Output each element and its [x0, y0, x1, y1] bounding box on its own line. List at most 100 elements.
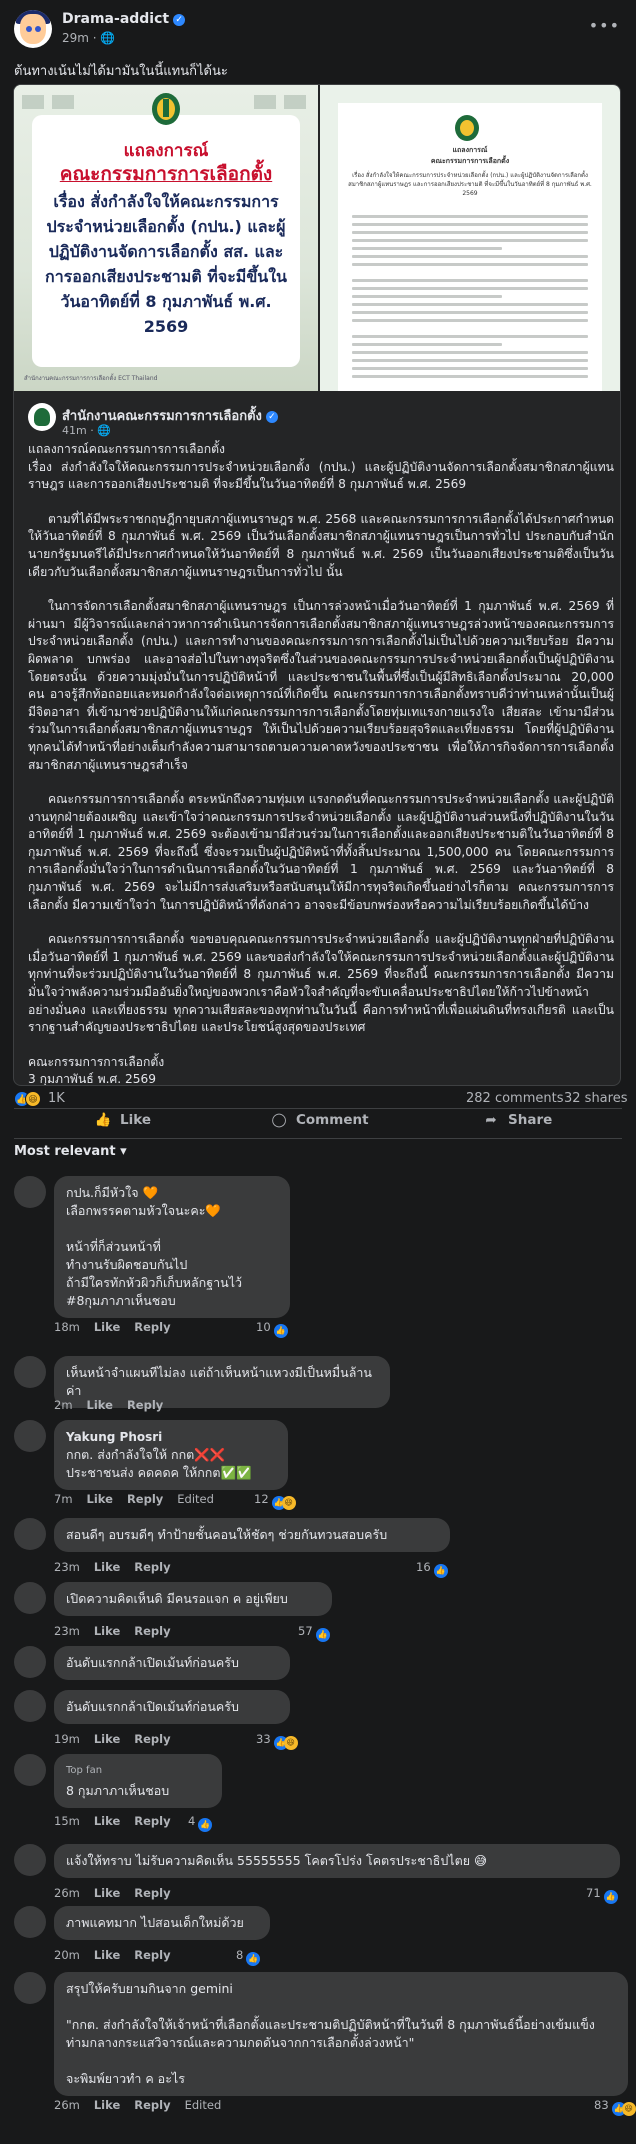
- comment-time[interactable]: 23m: [54, 1560, 80, 1574]
- commenter-avatar[interactable]: [14, 1754, 46, 1786]
- comment-reply-button[interactable]: Reply: [134, 1948, 170, 1962]
- commenter-avatar[interactable]: [14, 1646, 46, 1678]
- document-text-line: [352, 319, 588, 322]
- comment-time[interactable]: 26m: [54, 1886, 80, 1900]
- comment-like-button[interactable]: Like: [94, 1814, 120, 1828]
- comment-reply-button[interactable]: Reply: [134, 1732, 170, 1746]
- edited-label: Edited: [184, 2098, 222, 2112]
- comment-button[interactable]: ◯ Comment: [270, 1112, 368, 1136]
- comment-time[interactable]: 23m: [54, 1624, 80, 1638]
- more-options-icon[interactable]: •••: [589, 16, 620, 35]
- ect-logo-icon: [152, 93, 180, 125]
- commenter-avatar[interactable]: [14, 1690, 46, 1722]
- commenter-avatar[interactable]: [14, 1972, 46, 2004]
- comment: สรุปให้ครับยามกินจาก gemini "กกต. ส่งกำล…: [14, 1972, 628, 2096]
- comment-reactions[interactable]: 8 👍: [236, 1948, 261, 1966]
- comment-reply-button[interactable]: Reply: [134, 2098, 170, 2112]
- globe-icon: 🌐: [100, 31, 116, 45]
- comment-time[interactable]: 7m: [54, 1492, 73, 1506]
- comment-actions: 23m Like Reply: [54, 1624, 185, 1638]
- thumbs-up-icon: 👍: [94, 1112, 112, 1128]
- comment-bubble: แจ้งให้ทราบ ไม่รับความคิดเห็น 55555555 โ…: [54, 1844, 620, 1878]
- ect-seal-icon: [455, 115, 479, 141]
- share-button[interactable]: ➦ Share: [482, 1112, 552, 1136]
- comment-like-button[interactable]: Like: [94, 1732, 120, 1746]
- like-reaction-icon: 👍: [246, 1952, 261, 1966]
- comment-time[interactable]: 26m: [54, 2098, 80, 2112]
- comment-time[interactable]: 20m: [54, 1948, 80, 1962]
- like-reaction-icon: 👍: [433, 1564, 448, 1578]
- comment-text: สรุปให้ครับยามกินจาก gemini "กกต. ส่งกำล…: [66, 1981, 595, 2086]
- comment-time[interactable]: 2m: [54, 1398, 73, 1412]
- commenter-avatar[interactable]: [14, 1356, 46, 1388]
- commenter-name[interactable]: Yakung Phosri: [66, 1428, 276, 1446]
- reaction-icons[interactable]: 👍 😆: [14, 1091, 50, 1107]
- comment: ภาพแคทมาก ไปสอนเด็กใหม่ด้วย: [14, 1906, 614, 1940]
- post-actions: 👍 Like ◯ Comment ➦ Share: [0, 1108, 636, 1138]
- document-text-line: [352, 215, 588, 218]
- paragraph: คณะกรรมการการเลือกตั้ง ขอขอบคุณคณะกรรมกา…: [28, 932, 614, 1035]
- announcement-image[interactable]: แถลงการณ์ คณะกรรมการการเลือกตั้ง เรื่อง …: [14, 85, 318, 391]
- commenter-avatar[interactable]: [14, 1844, 46, 1876]
- comment-reply-button[interactable]: Reply: [134, 1560, 170, 1574]
- comment-reply-button[interactable]: Reply: [134, 1814, 170, 1828]
- comment-reactions[interactable]: 83 👍😆: [594, 2098, 636, 2116]
- comment-like-button[interactable]: Like: [87, 1398, 113, 1412]
- comment-reactions[interactable]: 10 👍: [256, 1320, 288, 1338]
- image-subtitle: คณะกรรมการการเลือกตั้ง: [59, 163, 273, 185]
- chevron-down-icon: ▾: [120, 1144, 127, 1159]
- comment-reactions[interactable]: 12 👍😆: [254, 1492, 296, 1510]
- comment-count[interactable]: 282 comments: [466, 1091, 563, 1106]
- comment-like-button[interactable]: Like: [94, 1320, 120, 1334]
- comment-time[interactable]: 18m: [54, 1320, 80, 1334]
- comment-like-button[interactable]: Like: [94, 1560, 120, 1574]
- comment-like-button[interactable]: Like: [94, 2098, 120, 2112]
- author-avatar[interactable]: [14, 10, 52, 48]
- comment-sort-dropdown[interactable]: Most relevant ▾: [14, 1144, 127, 1159]
- comment-like-button[interactable]: Like: [87, 1492, 113, 1506]
- comment-reply-button[interactable]: Reply: [134, 1886, 170, 1900]
- commenter-avatar[interactable]: [14, 1176, 46, 1208]
- comment-reply-button[interactable]: Reply: [127, 1398, 163, 1412]
- comment-time[interactable]: 15m: [54, 1814, 80, 1828]
- comment-reactions[interactable]: 4 👍: [188, 1814, 213, 1832]
- comment-reactions[interactable]: 71 👍: [586, 1886, 618, 1904]
- paragraph: ในการจัดการเลือกตั้งสมาชิกสภาผู้แทนราษฎร…: [28, 599, 614, 772]
- document-text-line: [352, 303, 588, 306]
- comment-like-button[interactable]: Like: [94, 1886, 120, 1900]
- shared-post[interactable]: แถลงการณ์ คณะกรรมการการเลือกตั้ง เรื่อง …: [13, 84, 621, 1086]
- page-name[interactable]: สำนักงานคณะกรรมการการเลือกตั้ง ✓: [62, 405, 278, 426]
- comment-reactions[interactable]: 57 👍: [298, 1624, 330, 1642]
- document-image[interactable]: แถลงการณ์ คณะกรรมการการเลือกตั้ง เรื่อง …: [320, 85, 620, 391]
- paragraph: คณะกรรมการการเลือกตั้ง ตระหนักถึงความทุ่…: [28, 792, 614, 912]
- comment-reply-button[interactable]: Reply: [127, 1492, 163, 1506]
- comment-time[interactable]: 19m: [54, 1732, 80, 1746]
- comment-reactions[interactable]: 33 👍😆: [256, 1732, 298, 1750]
- paragraph: ตามที่ได้มีพระราชกฤษฎีกายุบสภาผู้แทนราษฎ…: [28, 511, 614, 579]
- commenter-avatar[interactable]: [14, 1518, 46, 1550]
- author-name[interactable]: Drama-addict ✓: [62, 11, 186, 27]
- comment-bubble: สอนดีๆ อบรมดีๆ ทำป้ายชั้นคอนให้ชัดๆ ช่วย…: [54, 1518, 450, 1552]
- like-button[interactable]: 👍 Like: [94, 1112, 151, 1136]
- commenter-avatar[interactable]: [14, 1906, 46, 1938]
- page-row: สำนักงานคณะกรรมการการเลือกตั้ง ✓ 41m · 🌐: [14, 391, 620, 437]
- haha-reaction-icon: 😆: [621, 2102, 636, 2116]
- comment-text: อันดับแรกกล้าเปิดเม้นท์ก่อนครับ: [66, 1699, 239, 1714]
- comment-reactions[interactable]: 16 👍: [416, 1560, 448, 1578]
- commenter-avatar[interactable]: [14, 1420, 46, 1452]
- haha-reaction-icon: 😆: [25, 1091, 41, 1107]
- commenter-avatar[interactable]: [14, 1582, 46, 1614]
- document-text-line: [352, 231, 588, 234]
- post-time[interactable]: 29m: [62, 31, 89, 45]
- comment-like-button[interactable]: Like: [94, 1624, 120, 1638]
- document-text-line: [352, 375, 588, 378]
- comment-like-button[interactable]: Like: [94, 1948, 120, 1962]
- comment-actions: 19m Like Reply: [54, 1732, 185, 1746]
- page-avatar[interactable]: [28, 403, 56, 431]
- comment-text: 8 กุมภาภาเห็นชอบ: [66, 1783, 170, 1798]
- share-count[interactable]: 32 shares: [564, 1091, 627, 1106]
- comment-reply-button[interactable]: Reply: [134, 1320, 170, 1334]
- reaction-count[interactable]: 1K: [48, 1091, 65, 1106]
- comment-actions: 20m Like Reply: [54, 1948, 185, 1962]
- comment-reply-button[interactable]: Reply: [134, 1624, 170, 1638]
